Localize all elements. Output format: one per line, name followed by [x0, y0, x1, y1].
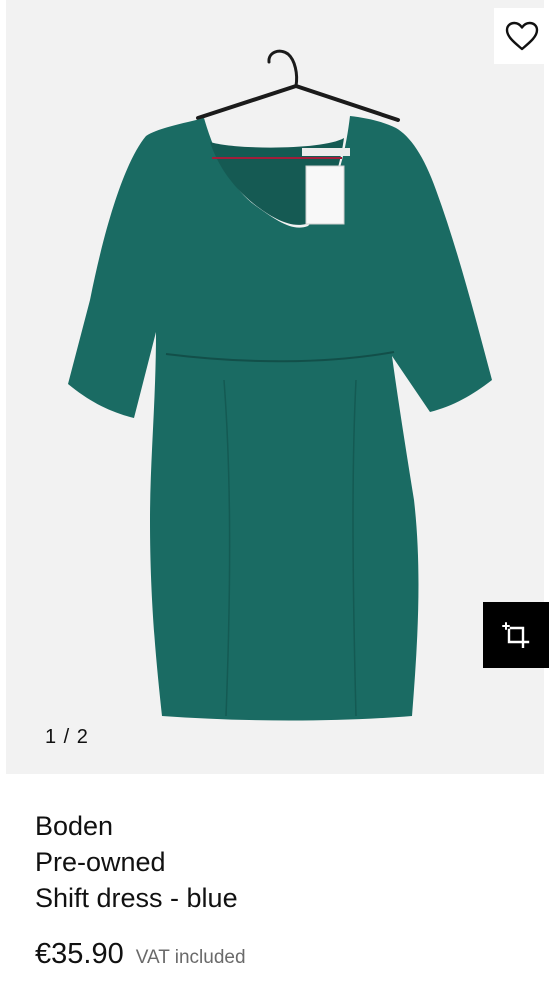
- product-price: €35.90: [35, 938, 124, 970]
- heart-outline-icon: [505, 21, 539, 51]
- product-image[interactable]: [6, 0, 544, 774]
- product-brand[interactable]: Boden: [35, 808, 530, 844]
- product-name: Shift dress - blue: [35, 883, 238, 913]
- crop-sparkle-icon: [502, 622, 530, 648]
- visual-search-crop-button[interactable]: [483, 602, 549, 668]
- product-image-gallery[interactable]: 1 / 2: [6, 0, 544, 774]
- image-pager: 1 / 2: [45, 726, 89, 748]
- wishlist-button[interactable]: [494, 8, 544, 64]
- product-info: Boden Pre-owned Shift dress - blue €35.9…: [35, 808, 530, 971]
- product-page: 1 / 2 Boden Pre-owned Shift dress - blue…: [0, 0, 550, 1000]
- product-condition: Pre-owned: [35, 847, 166, 877]
- price-row: €35.90 VAT included: [35, 938, 530, 971]
- vat-note: VAT included: [135, 947, 246, 968]
